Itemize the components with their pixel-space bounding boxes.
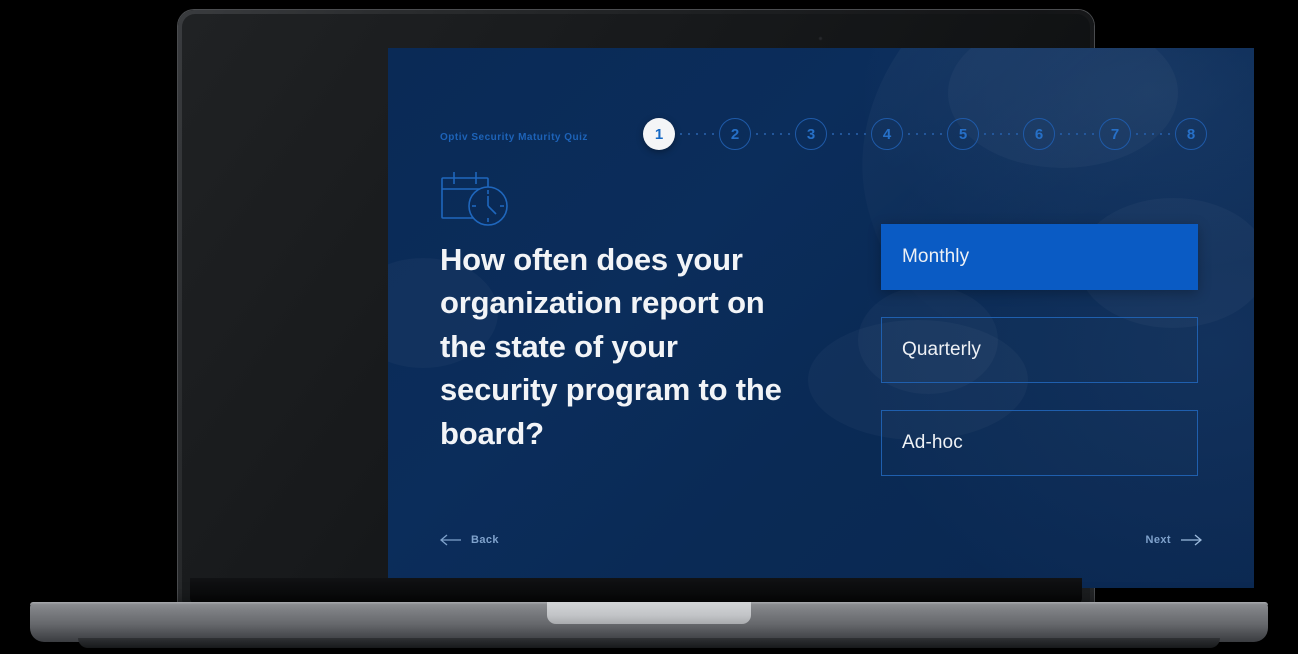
laptop-screen: Optiv Security Maturity Quiz 1 2 3 4 5 6… [388,48,1254,588]
step-8[interactable]: 8 [1175,118,1207,150]
webcam-dot-icon [818,36,823,41]
base-notch [547,602,751,624]
next-button[interactable]: Next [1146,534,1202,546]
answer-label: Ad-hoc [902,432,963,453]
step-connector [675,133,719,135]
screenshot-stage: Optiv Security Maturity Quiz 1 2 3 4 5 6… [0,0,1298,654]
arrow-left-icon [440,534,462,546]
step-5[interactable]: 5 [947,118,979,150]
step-connector [979,133,1023,135]
answer-label: Quarterly [902,339,982,360]
back-label: Back [471,534,499,546]
next-label: Next [1145,534,1171,546]
step-2[interactable]: 2 [719,118,751,150]
keyboard-deck [190,578,1082,604]
answer-option-quarterly[interactable]: Quarterly [881,317,1198,383]
step-6[interactable]: 6 [1023,118,1055,150]
quiz-content: Optiv Security Maturity Quiz 1 2 3 4 5 6… [388,48,1254,588]
answer-option-monthly[interactable]: Monthly [881,224,1198,290]
step-connector [1055,133,1099,135]
laptop-lid: Optiv Security Maturity Quiz 1 2 3 4 5 6… [178,10,1254,608]
step-connector [827,133,871,135]
question-text: How often does your organization report … [440,242,782,451]
answer-label: Monthly [902,246,970,267]
step-connector [903,133,947,135]
step-1[interactable]: 1 [643,118,675,150]
step-4[interactable]: 4 [871,118,903,150]
arrow-right-icon [1180,534,1202,546]
back-button[interactable]: Back [440,534,499,546]
calendar-clock-icon [440,170,512,233]
answer-option-ad-hoc[interactable]: Ad-hoc [881,410,1198,476]
step-connector [1131,133,1175,135]
answer-options-list: Monthly Quarterly Ad-hoc [881,224,1198,503]
step-3[interactable]: 3 [795,118,827,150]
step-7[interactable]: 7 [1099,118,1131,150]
quiz-title-label: Optiv Security Maturity Quiz [440,132,588,143]
step-connector [751,133,795,135]
base-foot [78,638,1220,648]
laptop-base [30,602,1268,648]
step-indicator: 1 2 3 4 5 6 7 8 [643,118,1207,150]
